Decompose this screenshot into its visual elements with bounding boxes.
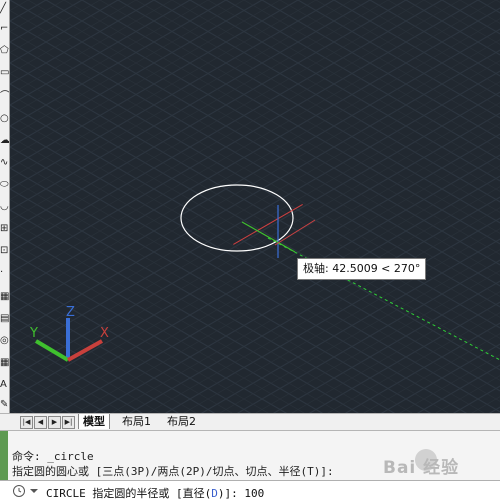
- command-line[interactable]: CIRCLE 指定圆的半径或 [直径(D)]: 100: [0, 480, 500, 501]
- command-history-line-1: 命令: _circle: [12, 450, 94, 463]
- line-icon[interactable]: ╱: [0, 2, 9, 16]
- region-icon[interactable]: ◎: [0, 334, 9, 348]
- drawing-area[interactable]: Z Y X: [10, 0, 500, 413]
- spline-icon[interactable]: ∿: [0, 156, 9, 170]
- ellipse-icon[interactable]: ⬭: [0, 178, 9, 192]
- hatch-icon[interactable]: ▦: [0, 290, 9, 304]
- draw-toolbar: ╱ ⌐ ⬠ ▭ ⌒ ○ ☁ ∿ ⬭ ◡ ⊞ ⊡ · ▦ ▤ ◎ ▦ A ✎: [0, 0, 10, 413]
- point-icon[interactable]: ·: [0, 266, 9, 280]
- chevron-down-icon: [30, 489, 38, 493]
- polygon-icon[interactable]: ⬠: [0, 44, 9, 58]
- tab-model[interactable]: 模型: [78, 414, 110, 429]
- prev-tab-icon[interactable]: ◀: [34, 416, 47, 429]
- next-tab-icon[interactable]: ▶: [48, 416, 61, 429]
- mtext-icon[interactable]: A: [0, 378, 9, 392]
- gradient-icon[interactable]: ▤: [0, 312, 9, 326]
- tab-layout2[interactable]: 布局2: [163, 414, 200, 429]
- layout-tab-bar: |◀ ◀ ▶ ▶| 模型 布局1 布局2: [0, 413, 500, 431]
- watermark: Bai 经验: [383, 458, 460, 478]
- circle-icon[interactable]: ○: [0, 112, 9, 126]
- ellipse-arc-icon[interactable]: ◡: [0, 200, 9, 214]
- last-tab-icon[interactable]: ▶|: [62, 416, 75, 429]
- arc-icon[interactable]: ⌒: [0, 90, 9, 104]
- drawing-canvas[interactable]: Z Y X: [10, 0, 500, 413]
- polar-tooltip: 极轴: 42.5009 < 270°: [297, 258, 427, 280]
- add-selected-icon[interactable]: ✎: [0, 398, 9, 412]
- rectangle-icon[interactable]: ▭: [0, 66, 9, 80]
- ucs-y-label: Y: [29, 326, 38, 341]
- command-history-line-2: 指定圆的圆心或 [三点(3P)/两点(2P)/切点、切点、半径(T)]:: [12, 465, 334, 478]
- command-icons: [13, 485, 38, 497]
- table-icon[interactable]: ▦: [0, 356, 9, 370]
- command-option-diameter[interactable]: D: [211, 487, 218, 500]
- ucs-z-label: Z: [66, 305, 75, 320]
- tab-layout1[interactable]: 布局1: [118, 414, 155, 429]
- polyline-icon[interactable]: ⌐: [0, 22, 9, 36]
- command-input[interactable]: CIRCLE 指定圆的半径或 [直径(D)]: 100: [46, 485, 264, 501]
- command-value: )]: 100: [217, 487, 265, 500]
- make-block-icon[interactable]: ⊡: [0, 244, 9, 258]
- command-prompt: CIRCLE 指定圆的半径或 [直径(: [46, 487, 212, 500]
- first-tab-icon[interactable]: |◀: [20, 416, 33, 429]
- revcloud-icon[interactable]: ☁: [0, 134, 9, 148]
- ucs-x-label: X: [100, 326, 109, 341]
- insert-block-icon[interactable]: ⊞: [0, 222, 9, 236]
